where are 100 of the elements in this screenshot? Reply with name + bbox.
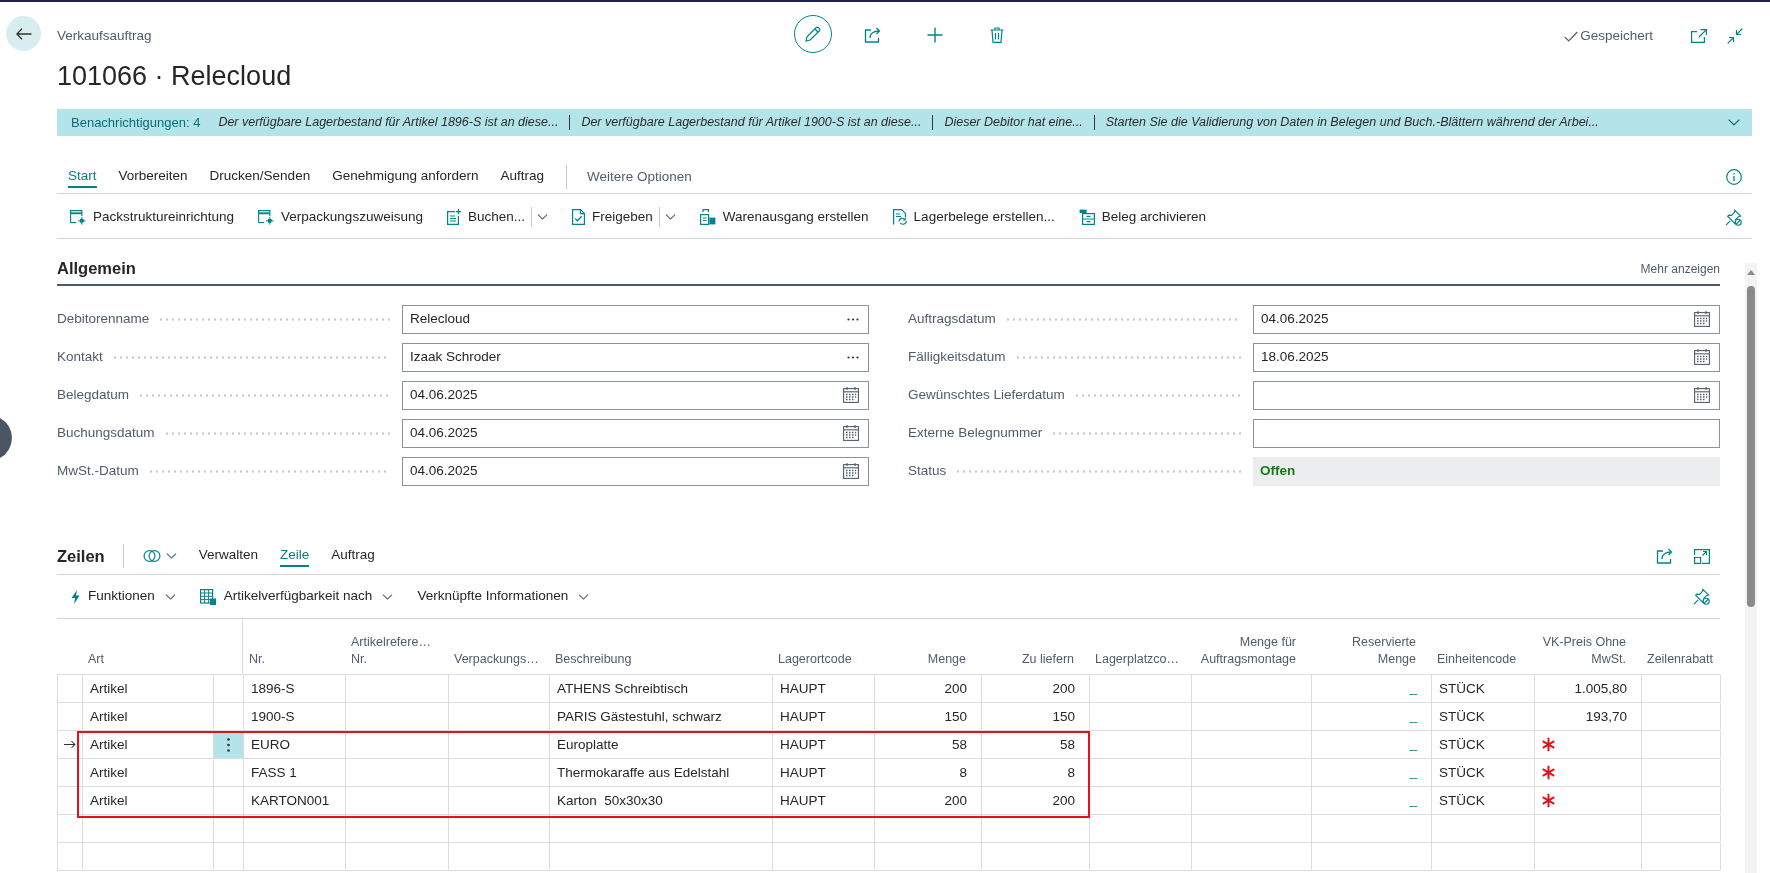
trash-icon[interactable] bbox=[990, 27, 1004, 43]
column-header[interactable]: Verpackungs… bbox=[454, 651, 539, 668]
text-field[interactable] bbox=[1253, 418, 1720, 448]
ellipsis-icon[interactable] bbox=[847, 317, 859, 321]
share-icon[interactable] bbox=[864, 27, 882, 43]
date-field[interactable]: 04.06.2025 bbox=[402, 418, 869, 448]
chevron-down-icon[interactable] bbox=[536, 214, 548, 220]
more-options-button[interactable]: Weitere Optionen bbox=[587, 165, 692, 188]
date-field[interactable]: 04.06.2025 bbox=[402, 380, 869, 410]
pin-icon[interactable] bbox=[1725, 208, 1742, 226]
drilldown-link[interactable]: _ bbox=[1409, 762, 1417, 783]
tab[interactable]: Genehmigung anfordern bbox=[332, 165, 479, 188]
tab[interactable]: Start bbox=[68, 165, 97, 188]
field-label: Belegdatum bbox=[57, 385, 130, 404]
drilldown-link[interactable]: _ bbox=[1409, 734, 1417, 755]
tab[interactable]: Drucken/Senden bbox=[209, 165, 311, 188]
toolbar-button[interactable]: Packstruktureinrichtung bbox=[70, 202, 235, 232]
calendar-icon[interactable] bbox=[843, 463, 859, 479]
chevron-down-icon[interactable] bbox=[165, 553, 177, 559]
calendar-icon[interactable] bbox=[1694, 349, 1710, 365]
date-field[interactable] bbox=[1253, 380, 1720, 410]
info-icon[interactable] bbox=[1726, 168, 1742, 185]
field-label: Status bbox=[908, 461, 947, 480]
column-header[interactable]: Menge für Auftragsmontage bbox=[1191, 634, 1296, 668]
toolbar-button[interactable]: Verpackungszuweisung bbox=[258, 202, 423, 232]
column-header[interactable]: Art bbox=[88, 651, 104, 668]
toolbar-button[interactable]: Verknüpfte Informationen bbox=[417, 586, 590, 607]
column-header[interactable]: Reservierte Menge bbox=[1341, 634, 1416, 668]
column-header[interactable]: Beschreibung bbox=[555, 651, 632, 668]
column-header[interactable]: Lagerortcode bbox=[778, 651, 852, 668]
scrollbar-thumb[interactable] bbox=[1747, 286, 1755, 607]
table-cell: 200 bbox=[875, 675, 982, 702]
column-header[interactable]: VK-Preis Ohne MwSt. bbox=[1534, 634, 1626, 668]
drilldown-link[interactable]: _ bbox=[1409, 706, 1417, 727]
pin-icon[interactable] bbox=[1693, 588, 1710, 605]
toolbar-button[interactable]: Warenausgang erstellen bbox=[699, 202, 869, 232]
table-cell: KARTON001 bbox=[244, 787, 346, 814]
scroll-up-icon[interactable] bbox=[1747, 270, 1755, 275]
notification-message[interactable]: Starten Sie die Validierung von Daten in Belegen und Buch.-Blättern während der Arbei... bbox=[1105, 113, 1599, 132]
table-cell: STÜCK bbox=[1432, 787, 1535, 814]
notification-message[interactable]: Dieser Debitor hat eine... bbox=[944, 113, 1083, 132]
calendar-icon[interactable] bbox=[843, 425, 859, 441]
table-cell: 58 bbox=[982, 731, 1090, 758]
lookup-field[interactable]: Relecloud bbox=[402, 304, 869, 334]
column-header[interactable]: Einheitencode bbox=[1437, 651, 1517, 668]
tab[interactable]: Zeile bbox=[280, 545, 310, 567]
share-icon[interactable] bbox=[1656, 548, 1674, 564]
date-field[interactable]: 04.06.2025 bbox=[402, 456, 869, 486]
collapse-icon[interactable] bbox=[1727, 28, 1743, 44]
tab[interactable]: Vorbereiten bbox=[118, 165, 188, 188]
window-gear-icon bbox=[70, 209, 86, 225]
chevron-down-icon[interactable] bbox=[1728, 119, 1740, 126]
chevron-down-icon[interactable] bbox=[664, 214, 676, 220]
lookup-field[interactable]: Izaak Schroder bbox=[402, 342, 869, 372]
save-status: Gespeichert bbox=[1580, 26, 1653, 45]
column-header[interactable]: Zu liefern bbox=[1021, 651, 1074, 668]
page-title: 101066 · Relecloud bbox=[57, 60, 292, 93]
field-label: Fälligkeitsdatum bbox=[908, 347, 1006, 366]
notification-count[interactable]: Benachrichtigungen: 4 bbox=[71, 112, 201, 133]
column-header[interactable]: Menge bbox=[927, 651, 966, 668]
toolbar-button[interactable]: Lagerbelege erstellen... bbox=[892, 202, 1055, 232]
drilldown-link[interactable]: _ bbox=[1409, 678, 1417, 699]
drilldown-link[interactable]: _ bbox=[1409, 790, 1417, 811]
window-gear-icon bbox=[258, 209, 275, 225]
field-label: Externe Belegnummer bbox=[908, 423, 1043, 442]
side-handle-button[interactable] bbox=[0, 418, 12, 458]
tab[interactable]: Auftrag bbox=[331, 545, 375, 567]
expand-icon[interactable] bbox=[1694, 548, 1710, 564]
plus-icon[interactable] bbox=[927, 27, 943, 43]
column-header[interactable]: Nr. bbox=[249, 651, 265, 668]
table-cell: Artikel bbox=[83, 675, 214, 702]
calendar-icon[interactable] bbox=[843, 387, 859, 403]
calendar-icon[interactable] bbox=[1694, 311, 1710, 327]
ellipsis-icon[interactable] bbox=[847, 355, 859, 359]
page-caption: Verkaufsauftrag bbox=[57, 27, 152, 45]
toolbar-button[interactable]: Freigeben bbox=[571, 202, 653, 232]
toolbar-button[interactable]: Beleg archivieren bbox=[1078, 202, 1207, 232]
date-field[interactable]: 04.06.2025 bbox=[1253, 304, 1720, 334]
date-field[interactable]: 18.06.2025 bbox=[1253, 342, 1720, 372]
table-cell: 150 bbox=[875, 703, 982, 730]
calendar-icon[interactable] bbox=[1694, 387, 1710, 403]
column-header[interactable]: Lagerplatzco… bbox=[1095, 651, 1180, 668]
table-cell: HAUPT bbox=[773, 787, 875, 814]
table-cell: HAUPT bbox=[773, 759, 875, 786]
toolbar-button[interactable]: Funktionen bbox=[71, 586, 176, 607]
tab[interactable]: Verwalten bbox=[198, 545, 258, 567]
row-actions-button[interactable] bbox=[214, 731, 244, 758]
notification-message[interactable]: Der verfügbare Lagerbestand für Artikel 1896-S ist an diese... bbox=[218, 113, 559, 132]
toolbar-button[interactable]: Buchen... bbox=[446, 202, 525, 232]
section-title[interactable]: Allgemein bbox=[57, 256, 136, 281]
toolbar-button[interactable]: Artikelverfügbarkeit nach bbox=[199, 586, 394, 607]
notification-message[interactable]: Der verfügbare Lagerbestand für Artikel 1900-S ist an diese... bbox=[581, 113, 922, 132]
tab[interactable]: Auftrag bbox=[500, 165, 545, 188]
column-header[interactable]: Artikelrefere… Nr. bbox=[351, 634, 439, 668]
show-more-link[interactable]: Mehr anzeigen bbox=[1640, 259, 1720, 278]
open-in-window-icon[interactable] bbox=[1691, 29, 1707, 43]
column-header[interactable]: Zeilenrabatt bbox=[1647, 651, 1713, 668]
overlapping-circles-icon[interactable] bbox=[142, 550, 161, 562]
back-button[interactable] bbox=[6, 16, 41, 51]
section-title[interactable]: Zeilen bbox=[57, 543, 105, 569]
